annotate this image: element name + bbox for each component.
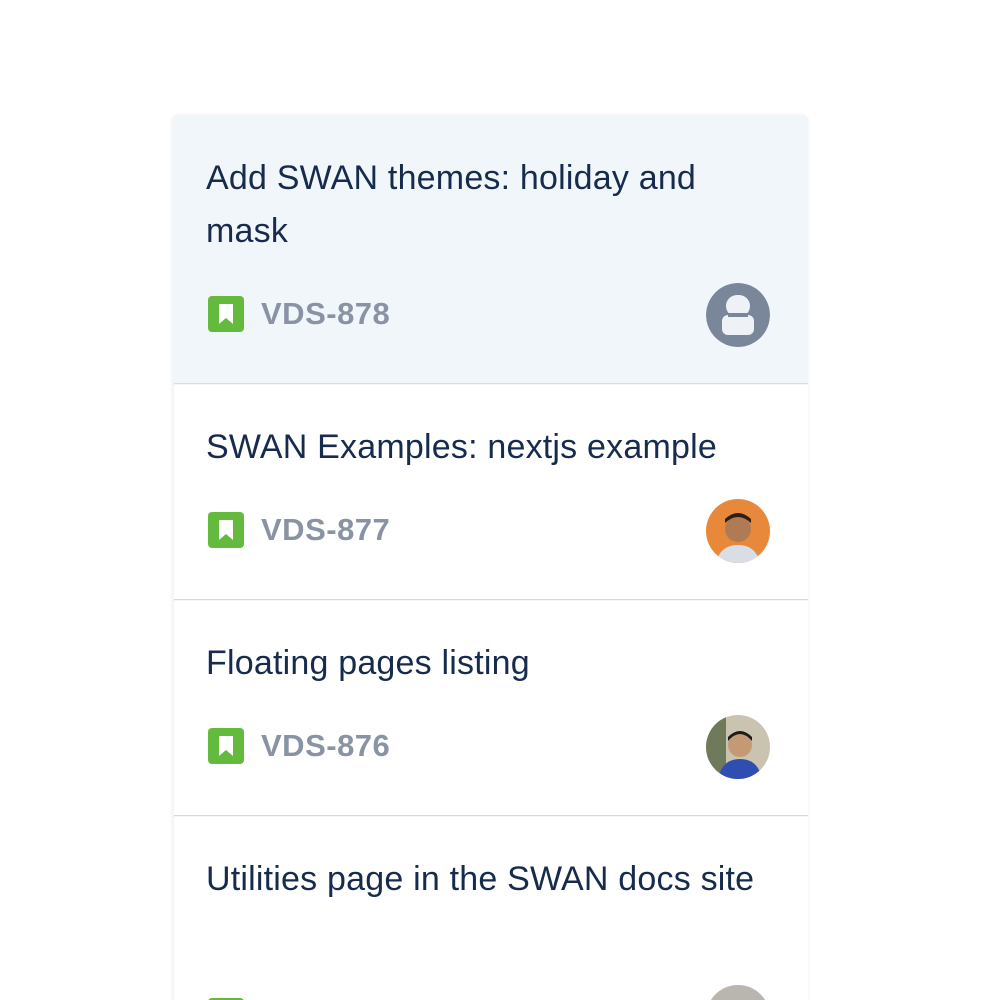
- issue-card-title[interactable]: Floating pages listing: [206, 637, 768, 690]
- story-icon: [208, 296, 244, 332]
- user-photo-avatar-icon[interactable]: [706, 499, 770, 563]
- page: Add SWAN themes: holiday and mask VDS-87…: [0, 0, 1000, 1000]
- issue-card[interactable]: SWAN Examples: nextjs example VDS-877: [174, 385, 808, 599]
- issue-card[interactable]: Utilities page in the SWAN docs site: [174, 817, 808, 1000]
- issue-card-footer: VDS-877: [206, 499, 770, 563]
- user-photo-avatar-icon[interactable]: [706, 715, 770, 779]
- issue-card-title[interactable]: SWAN Examples: nextjs example: [206, 421, 768, 474]
- default-user-avatar-icon[interactable]: [706, 283, 770, 347]
- issue-card-footer: [206, 985, 770, 1000]
- issue-card[interactable]: Add SWAN themes: holiday and mask VDS-87…: [174, 115, 808, 383]
- story-icon: [208, 728, 244, 764]
- board-column: Add SWAN themes: holiday and mask VDS-87…: [172, 115, 808, 1000]
- issue-key[interactable]: VDS-877: [261, 509, 390, 551]
- issue-card-title[interactable]: Utilities page in the SWAN docs site: [206, 853, 768, 906]
- issue-card-title[interactable]: Add SWAN themes: holiday and mask: [206, 152, 768, 258]
- issue-card[interactable]: Floating pages listing VDS-876: [174, 601, 808, 815]
- user-photo-avatar-icon[interactable]: [706, 985, 770, 1000]
- issue-card-footer: VDS-878: [206, 283, 770, 347]
- issue-key[interactable]: VDS-878: [261, 293, 390, 335]
- story-icon: [208, 512, 244, 548]
- issue-key[interactable]: VDS-876: [261, 725, 390, 767]
- issue-card-footer: VDS-876: [206, 715, 770, 779]
